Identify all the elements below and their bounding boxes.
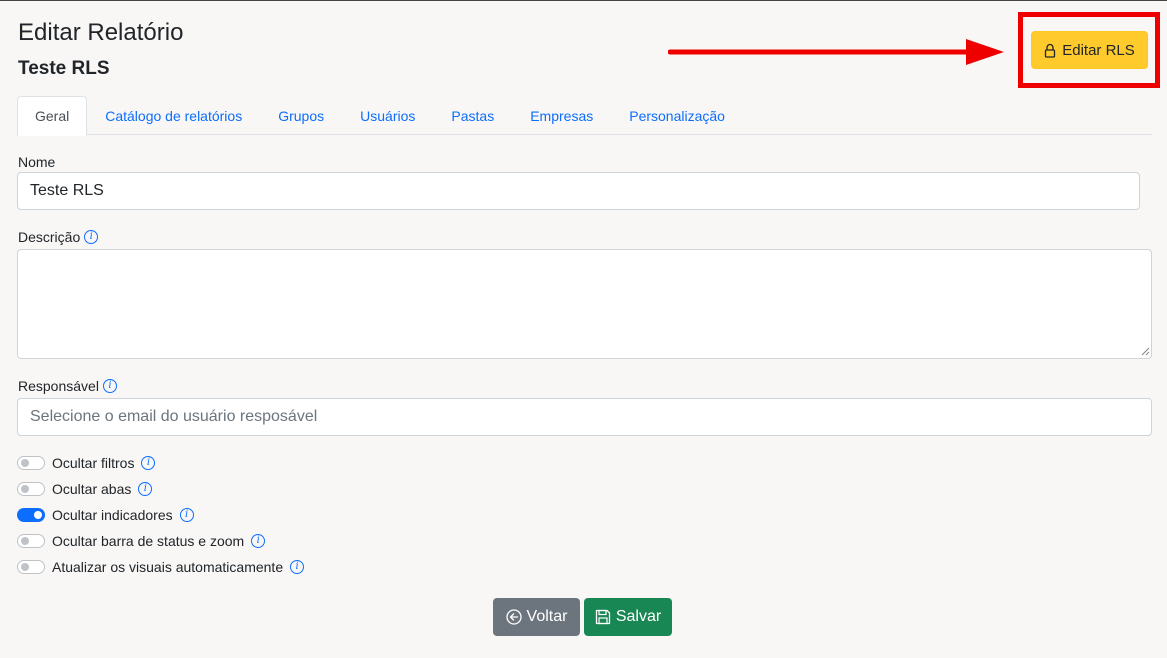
back-button-label: Voltar [526,608,568,625]
tab-grupos[interactable]: Grupos [260,96,342,135]
nome-label: Nome [18,154,55,170]
arrow-left-circle-icon [505,609,522,625]
toggle-knob [21,537,29,545]
info-icon[interactable]: i [179,508,194,522]
switch-row-ocultar-barra-status: Ocultar barra de status e zoom i [17,533,266,549]
ocultar-filtros-label: Ocultar filtros [52,455,135,471]
info-icon[interactable]: i [251,534,266,548]
report-name-subtitle: Teste RLS [18,58,110,79]
ocultar-filtros-toggle[interactable] [17,456,45,470]
save-button[interactable]: Salvar [584,598,672,636]
toggle-knob [21,485,29,493]
info-icon[interactable]: i [102,379,117,393]
switch-row-ocultar-indicadores: Ocultar indicadores i [17,507,194,523]
descricao-textarea[interactable] [17,249,1152,359]
tab-personalizacao[interactable]: Personalização [611,96,743,135]
ocultar-abas-label: Ocultar abas [52,481,132,497]
annotation-arrow [668,39,1004,65]
info-icon[interactable]: i [138,482,153,496]
toggle-knob [21,459,29,467]
floppy-disk-icon [595,609,610,625]
lock-icon [1045,43,1056,58]
ocultar-barra-status-toggle[interactable] [17,534,45,548]
back-button[interactable]: Voltar [493,598,580,636]
ocultar-barra-status-label: Ocultar barra de status e zoom [52,533,245,549]
info-icon[interactable]: i [290,560,305,574]
atualizar-visuais-label: Atualizar os visuais automaticamente [52,559,284,575]
edit-rls-button[interactable]: Editar RLS [1031,31,1148,69]
page-title: Editar Relatório [18,19,184,46]
ocultar-abas-toggle[interactable] [17,482,45,496]
tab-pastas[interactable]: Pastas [433,96,512,135]
info-icon[interactable]: i [84,230,99,244]
responsavel-label-text: Responsável [18,378,99,394]
tab-usuarios[interactable]: Usuários [342,96,433,135]
edit-rls-label: Editar RLS [1062,41,1135,59]
nome-input[interactable] [17,172,1140,210]
switch-row-ocultar-abas: Ocultar abas i [17,481,153,497]
resize-grip-icon[interactable] [1141,347,1150,356]
toggle-knob [34,511,42,519]
switch-row-ocultar-filtros: Ocultar filtros i [17,455,156,471]
save-button-label: Salvar [615,608,662,625]
responsavel-label: Responsável i [18,378,117,394]
tab-catalogo-de-relatorios[interactable]: Catálogo de relatórios [87,96,260,135]
toggle-knob [21,563,29,571]
nome-label-text: Nome [18,154,56,170]
tab-empresas[interactable]: Empresas [512,96,611,135]
descricao-label-text: Descrição [18,229,81,245]
responsavel-select[interactable] [17,398,1152,436]
atualizar-visuais-toggle[interactable] [17,560,45,574]
ocultar-indicadores-label: Ocultar indicadores [52,507,173,523]
switch-row-atualizar-visuais: Atualizar os visuais automaticamente i [17,559,305,575]
ocultar-indicadores-toggle[interactable] [17,508,45,522]
info-icon[interactable]: i [141,456,156,470]
descricao-label: Descrição i [18,229,99,245]
tab-bar: Geral Catálogo de relatórios Grupos Usuá… [17,96,1152,136]
tab-geral[interactable]: Geral [17,96,88,136]
